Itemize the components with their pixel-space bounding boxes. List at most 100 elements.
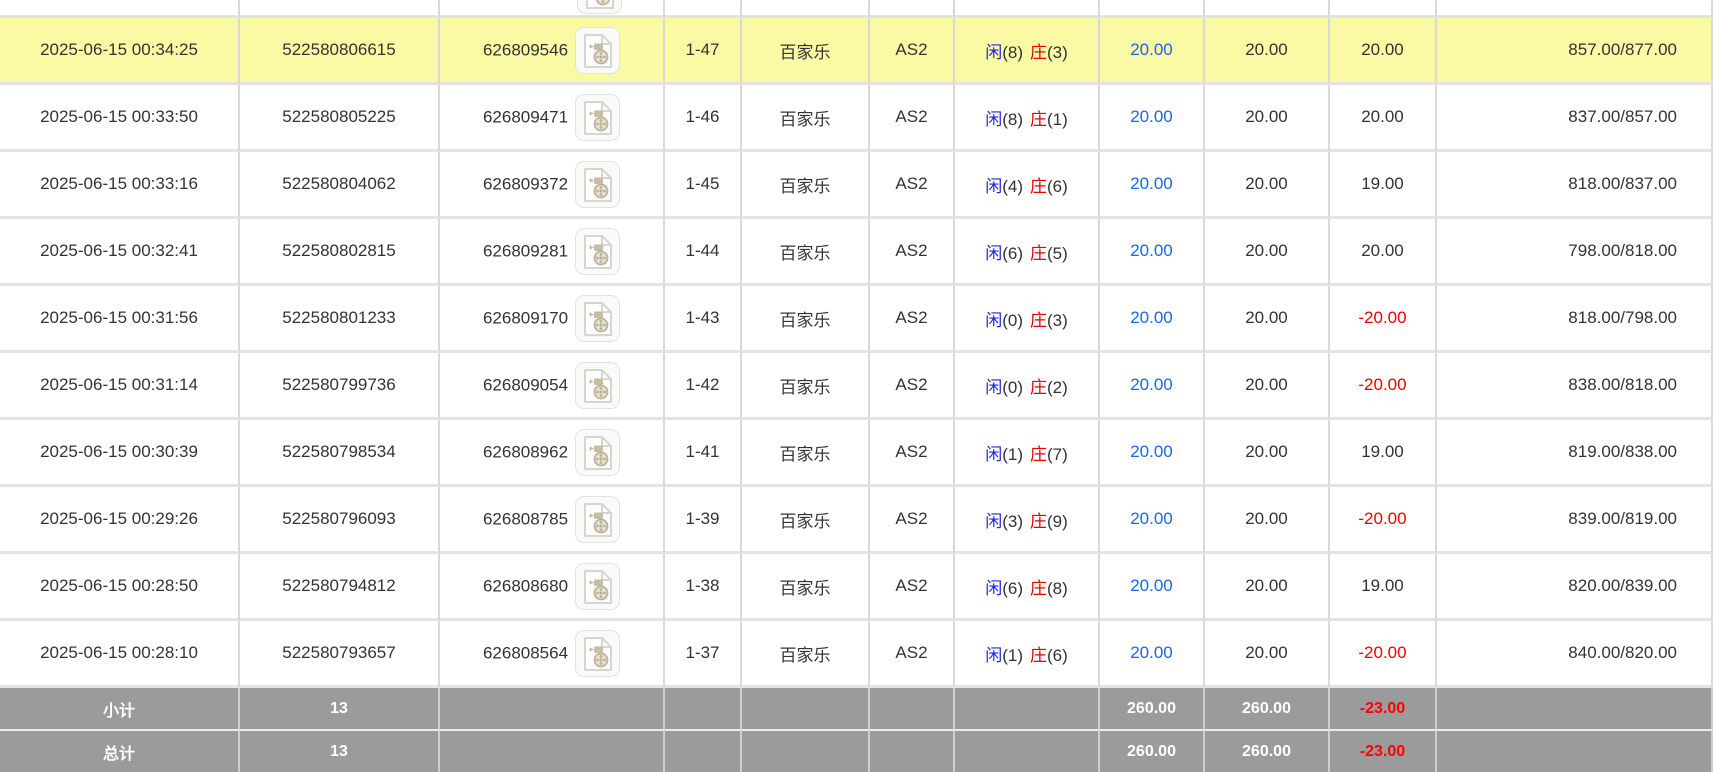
bet-time-cell: 2025-06-15 00:31:56 [0,286,240,353]
summary-bet-cell: 260.00 [1100,688,1205,731]
bet-record-row[interactable]: 2025-06-15 00:31:56 522580801233 6268091… [0,286,1713,353]
valid-bet: 20.00 [1245,174,1288,193]
bet-amount-link[interactable]: 20.00 [1130,576,1173,595]
bet-time-cell: 2025-06-15 00:30:39 [0,420,240,487]
bet-amount-link[interactable]: 20.00 [1130,107,1173,126]
banker-score: (8) [1047,579,1068,598]
valid-bet-cell: 20.00 [1205,152,1330,219]
order-no-cell: 522580805225 [240,85,440,152]
banker-label: 庄 [1030,43,1047,62]
bet-amount-link[interactable]: 20.00 [1130,308,1173,327]
valid-bet: 20.00 [1245,241,1288,260]
game-round-id: 626809170 [483,308,568,327]
video-replay-button[interactable] [575,630,620,677]
bet-time-cell: 2025-06-15 00:28:10 [0,621,240,688]
bet-record-row[interactable]: 2025-06-15 00:34:25 522580806615 6268095… [0,18,1713,85]
summary-bet-total: 260.00 [1127,743,1176,760]
bet-time-cell: 2025-06-15 00:31:14 [0,353,240,420]
video-replay-icon [583,34,613,68]
banker-label: 庄 [1030,646,1047,665]
valid-bet-cell: 20.00 [1205,621,1330,688]
order-no-cell: 522580796093 [240,487,440,554]
banker-label: 庄 [1030,579,1047,598]
bet-amount-cell: 20.00 [1100,219,1205,286]
bet-record-row[interactable]: 2025-06-15 00:31:14 522580799736 6268090… [0,353,1713,420]
win-loss: -20.00 [1358,509,1406,528]
game-type-cell: 百家乐 [742,286,870,353]
bet-amount-link[interactable]: 20.00 [1130,241,1173,260]
bet-time: 2025-06-15 00:28:10 [40,643,198,662]
round-cell: 1-43 [665,286,742,353]
win-loss-cell: 20.00 [1330,85,1437,152]
bet-record-row[interactable]: 2025-06-15 00:28:50 522580794812 6268086… [0,554,1713,621]
valid-bet-cell: 20.00 [1205,353,1330,420]
balance-cell: 818.00/837.00 [1437,152,1713,219]
empty-cell [742,0,870,18]
valid-bet: 20.00 [1245,442,1288,461]
round-cell: 1-42 [665,353,742,420]
game-result-cell: 闲(3)庄(9) [955,487,1100,554]
banker-label: 庄 [1030,244,1047,263]
order-no-cell: 522580802815 [240,219,440,286]
bet-amount-cell: 20.00 [1100,621,1205,688]
empty-cell [1205,0,1330,18]
game-id-cell: 626809170 [440,286,665,353]
video-replay-button[interactable] [575,362,620,409]
bet-time: 2025-06-15 00:33:50 [40,107,198,126]
video-replay-button[interactable] [575,27,620,74]
bet-amount-link[interactable]: 20.00 [1130,174,1173,193]
bet-amount-link[interactable]: 20.00 [1130,442,1173,461]
valid-bet-cell: 20.00 [1205,487,1330,554]
bet-record-row[interactable]: 2025-06-15 00:30:39 522580798534 6268089… [0,420,1713,487]
video-replay-button[interactable] [575,94,620,141]
bet-amount-cell: 20.00 [1100,286,1205,353]
game-type: 百家乐 [780,43,831,62]
win-loss: 19.00 [1361,442,1404,461]
valid-bet: 20.00 [1245,375,1288,394]
bet-record-row[interactable]: 2025-06-15 00:33:16 522580804062 6268093… [0,152,1713,219]
banker-score: (3) [1047,311,1068,330]
order-no: 522580802815 [282,241,395,260]
summary-count: 13 [330,700,348,717]
valid-bet-cell: 20.00 [1205,554,1330,621]
summary-label-cell: 总计 [0,731,240,772]
video-replay-button[interactable] [575,295,620,342]
game-type: 百家乐 [780,110,831,129]
video-replay-button[interactable] [575,161,620,208]
bet-record-row[interactable]: 2025-06-15 00:29:26 522580796093 6268087… [0,487,1713,554]
bet-amount-link[interactable]: 20.00 [1130,509,1173,528]
video-replay-button[interactable] [575,228,620,275]
game-type-cell: 百家乐 [742,18,870,85]
win-loss-cell: -20.00 [1330,621,1437,688]
game-round-id: 626808680 [483,576,568,595]
video-replay-button[interactable] [575,496,620,543]
video-replay-icon [583,302,613,336]
round-cell: 1-41 [665,420,742,487]
game-result-cell: 闲(1)庄(7) [955,420,1100,487]
win-loss: 19.00 [1361,576,1404,595]
round-cell: 1-46 [665,85,742,152]
bet-record-row[interactable]: 2025-06-15 00:28:10 522580793657 6268085… [0,621,1713,688]
banker-score: (6) [1047,177,1068,196]
bet-amount-link[interactable]: 20.00 [1130,643,1173,662]
bet-record-row[interactable]: 2025-06-15 00:33:50 522580805225 6268094… [0,85,1713,152]
win-loss: 19.00 [1361,174,1404,193]
bet-record-row[interactable]: 2025-06-15 00:32:41 522580802815 6268092… [0,219,1713,286]
player-score: (0) [1002,311,1023,330]
bet-amount-link[interactable]: 20.00 [1130,40,1173,59]
order-no: 522580804062 [282,174,395,193]
video-replay-icon [583,503,613,537]
summary-win-loss-cell: -23.00 [1330,731,1437,772]
bet-amount-link[interactable]: 20.00 [1130,375,1173,394]
video-replay-button[interactable] [575,429,620,476]
video-replay-button[interactable] [577,0,622,14]
player-label: 闲 [985,445,1002,464]
video-replay-button[interactable] [575,563,620,610]
empty-cell [870,731,955,772]
game-id-cell: 626809372 [440,152,665,219]
video-replay-icon [585,0,615,9]
summary-label: 小计 [103,703,135,720]
banker-score: (6) [1047,646,1068,665]
win-loss: 20.00 [1361,40,1404,59]
banker-score: (3) [1047,43,1068,62]
